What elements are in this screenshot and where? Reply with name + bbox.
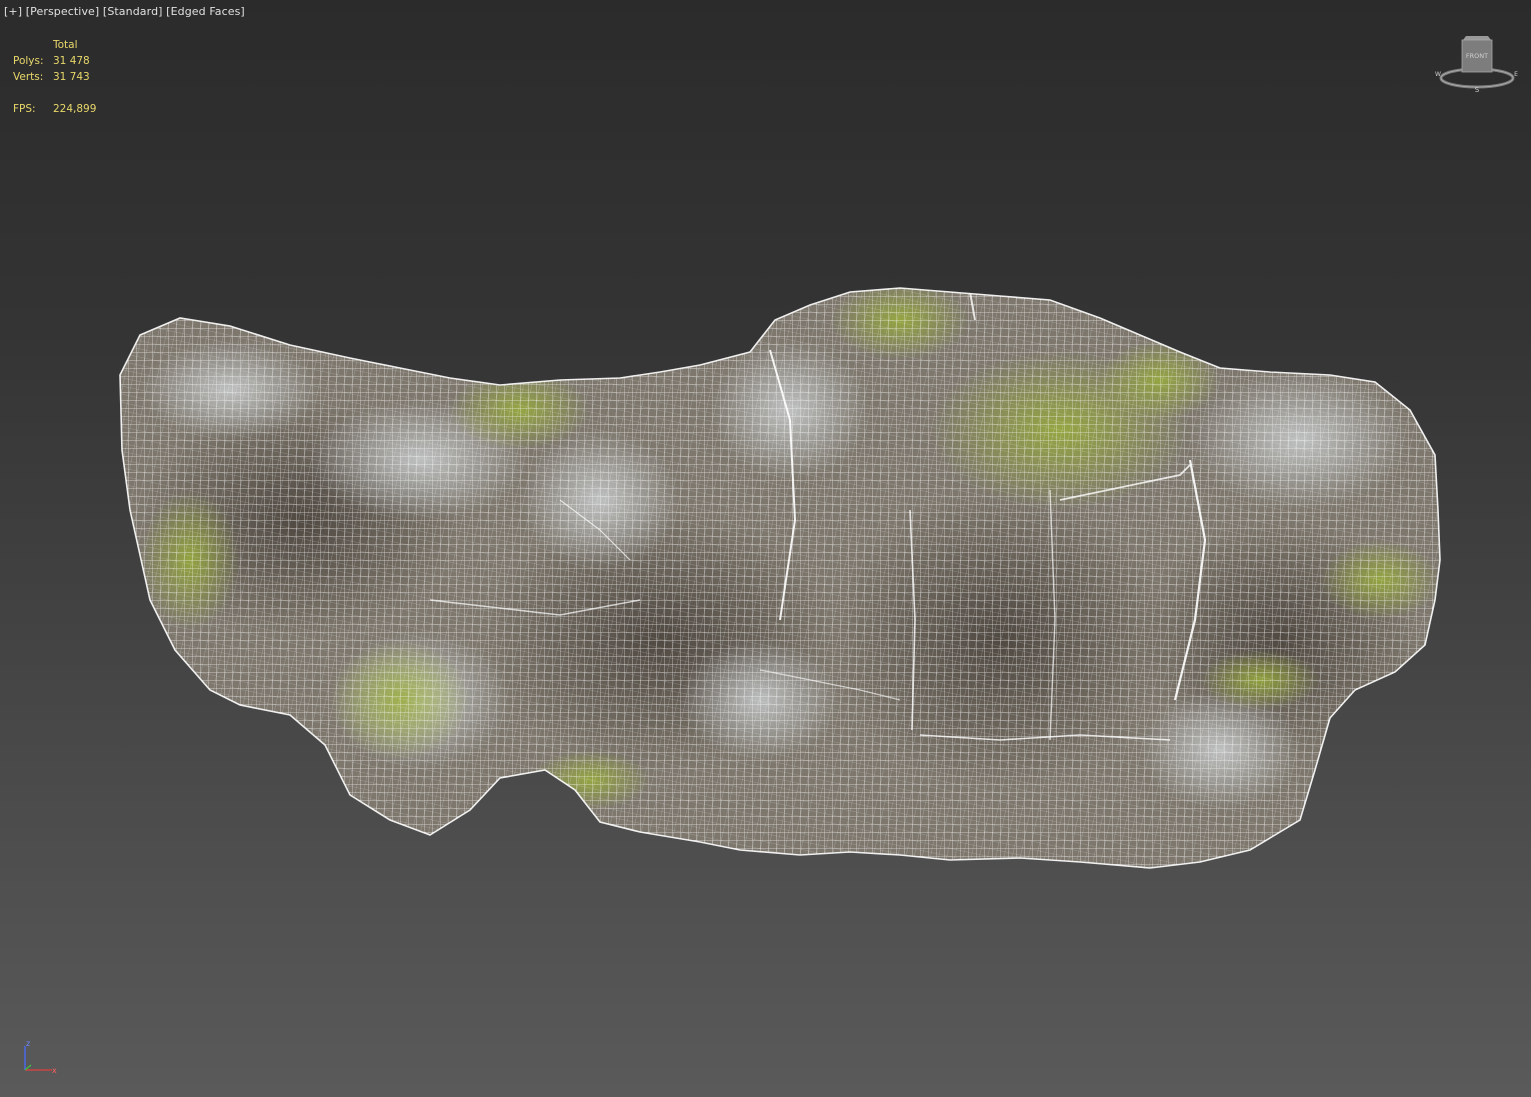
- axis-y-line: [24, 1064, 32, 1071]
- viewcube-navigation[interactable]: FRONT S W E: [1434, 34, 1520, 94]
- rock-mesh-model[interactable]: [0, 0, 1531, 1097]
- viewcube-compass-e: E: [1514, 71, 1518, 78]
- axis-z-label: z: [26, 1039, 30, 1048]
- rock-surface: [119, 287, 1441, 869]
- axis-tripod: z x: [24, 1039, 57, 1075]
- viewcube-front-label: FRONT: [1466, 52, 1488, 60]
- axis-x-label: x: [52, 1066, 57, 1075]
- viewcube-compass-w: W: [1435, 71, 1441, 78]
- viewcube-top-face: [1463, 36, 1491, 40]
- viewcube-compass-s: S: [1475, 86, 1480, 94]
